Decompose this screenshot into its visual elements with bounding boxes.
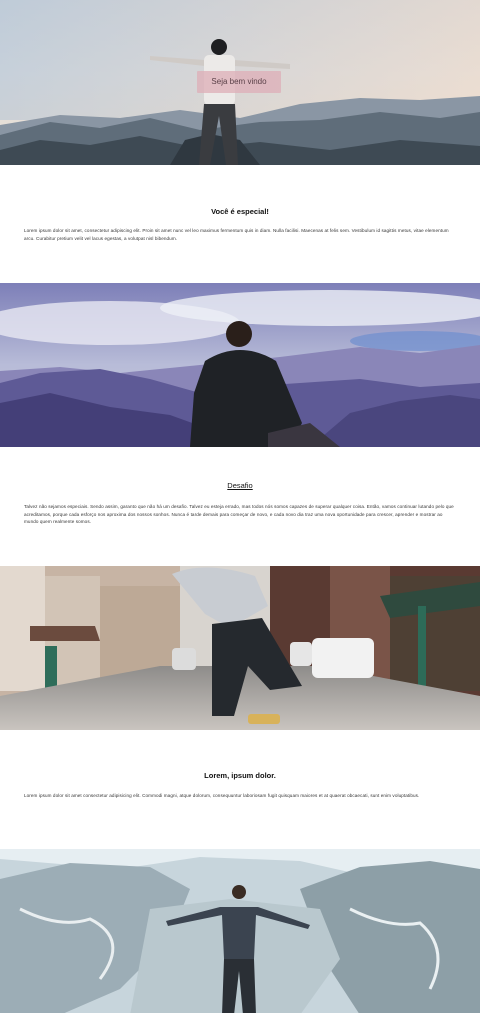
section-paragraph: Talvez não sejamos especiais. Sendo assi… bbox=[24, 504, 454, 525]
hero-image-canyon bbox=[0, 849, 480, 1013]
section-lorem: Lorem, ipsum dolor. Lorem ipsum dolor si… bbox=[0, 730, 480, 849]
mountain-view-photo bbox=[0, 283, 480, 447]
section-desafio: Desafio Talvez não sejamos especiais. Se… bbox=[0, 447, 480, 566]
street-photo bbox=[0, 566, 480, 730]
hero-image-street bbox=[0, 566, 480, 730]
welcome-badge: Seja bem vindo bbox=[197, 71, 281, 93]
section-title: Desafio bbox=[227, 481, 253, 490]
hero-image-welcome: Seja bem vindo bbox=[0, 0, 480, 165]
section-paragraph: Lorem ipsum dolor sit amet consectetur a… bbox=[24, 793, 420, 798]
section-especial: Você é especial! Lorem ipsum dolor sit a… bbox=[0, 165, 480, 283]
section-title: Lorem, ipsum dolor. bbox=[204, 771, 276, 780]
section-paragraph: Lorem ipsum dolor sit amet, consectetur … bbox=[24, 228, 449, 241]
section-title: Você é especial! bbox=[211, 207, 269, 216]
canyon-photo bbox=[0, 849, 480, 1013]
hero-image-mountain-view bbox=[0, 283, 480, 447]
